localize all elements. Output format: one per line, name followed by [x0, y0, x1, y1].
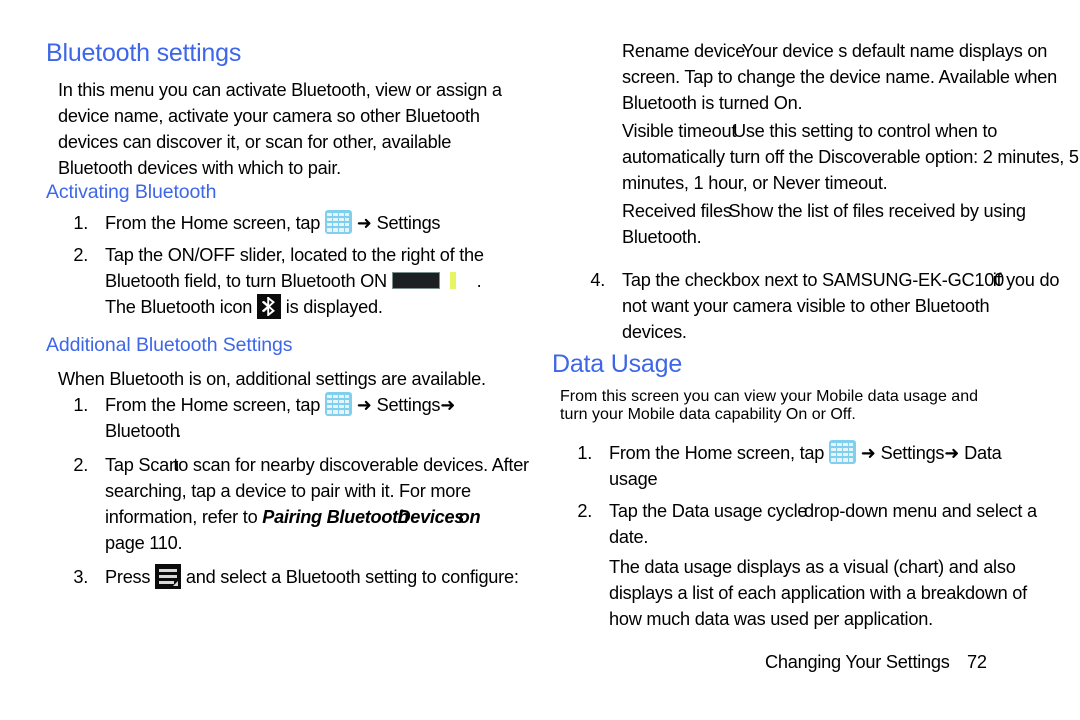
- step-text: Press: [105, 567, 151, 587]
- arrow-right-icon-2: ➜: [944, 443, 960, 463]
- step-item: 1. From the Home screen, tap ➜ Settings: [58, 210, 528, 236]
- data-usage-note-line3: how much data was used per application.: [609, 609, 933, 629]
- additional-bluetooth-steps: 1. From the Home screen, tap ➜ Settings➜ …: [58, 392, 536, 590]
- step-number: 2.: [73, 245, 88, 265]
- step-text-settings: Settings: [880, 443, 945, 463]
- bluetooth-icon: [256, 294, 281, 319]
- step-text-line2-end: .: [476, 271, 482, 291]
- data-usage-note-line1: The data usage displays as a visual (cha…: [609, 557, 1016, 577]
- setting-received-files: Received filesShow the list of files rec…: [622, 198, 1080, 224]
- activating-bluetooth-heading: Activating Bluetooth: [46, 181, 217, 203]
- setting-desc-line1: Use this setting to control when to: [732, 121, 998, 141]
- data-usage-title: Data Usage: [552, 350, 683, 378]
- step-text-line4: page 110.: [105, 533, 183, 553]
- additional-settings-intro: When Bluetooth is on, additional setting…: [58, 369, 486, 389]
- step-item: 4. Tap the checkbox next to SAMSUNG-EK-GC…: [575, 267, 1080, 345]
- step-text-cycle: Tap the Data usage cycle: [609, 501, 808, 521]
- setting-term: Visible timeout: [622, 121, 737, 141]
- setting-term: Received files: [622, 201, 732, 221]
- step-text-line3: information, refer to: [105, 507, 258, 527]
- step-text-line3-end: is displayed.: [285, 297, 383, 317]
- data-usage-steps: 1. From the Home screen, tap ➜ Settings➜ …: [562, 440, 1072, 632]
- activating-bluetooth-steps: 1. From the Home screen, tap ➜ Settings 2…: [58, 210, 528, 320]
- setting-desc-line2: Bluetooth.: [622, 227, 702, 247]
- step-text-line2-period: .: [176, 421, 182, 441]
- list-item: Rename deviceYour device s default name …: [622, 38, 1080, 116]
- step-text-device-name: Tap the checkbox next to SAMSUNG-EK-GC10…: [622, 270, 1004, 290]
- step-text: From the Home screen, tap: [105, 395, 321, 415]
- step-text-line3: devices.: [622, 322, 687, 342]
- setting-desc-line2: automatically turn off the Discoverable …: [622, 147, 1079, 167]
- step-number: 2.: [73, 455, 88, 475]
- step-text-end: and select a Bluetooth setting to config…: [185, 567, 519, 587]
- step-text: From the Home screen, tap: [609, 443, 825, 463]
- cross-reference-title: Pairing Bluetooth: [262, 507, 409, 527]
- data-usage-intro-line2: turn your Mobile data capability On or O…: [560, 406, 856, 423]
- step-number: 4.: [590, 270, 605, 290]
- onoff-slider-accent: [449, 272, 456, 289]
- step-text-line2: Bluetooth field, to turn Bluetooth ON: [105, 271, 387, 291]
- apps-grid-icon[interactable]: [324, 210, 352, 234]
- setting-desc-line1: Show the list of files received by using: [728, 201, 1026, 221]
- onoff-slider-icon[interactable]: [391, 272, 440, 289]
- setting-desc-line3: Bluetooth is turned On.: [622, 93, 803, 113]
- apps-grid-icon[interactable]: [828, 440, 856, 464]
- step-text-line3: The Bluetooth icon: [105, 297, 253, 317]
- step-number: 3.: [73, 567, 88, 587]
- list-item: Visible timeoutUse this setting to contr…: [622, 118, 1080, 196]
- bluetooth-settings-list: Rename deviceYour device s default name …: [622, 38, 1080, 250]
- step-text-line2: searching, tap a device to pair with it.…: [105, 481, 471, 501]
- list-item: Received filesShow the list of files rec…: [622, 198, 1080, 250]
- setting-desc-line1: Your device s default name displays on: [741, 41, 1048, 61]
- step-number: 2.: [577, 501, 592, 521]
- setting-desc-line2: screen. Tap to change the device name. A…: [622, 67, 1058, 87]
- setting-desc-line3: minutes, 1 hour, or Never timeout.: [622, 173, 888, 193]
- footer-chapter-label: Changing Your Settings: [765, 652, 950, 672]
- step-text-line2: usage: [609, 469, 658, 489]
- step-text-cont: if you do: [992, 270, 1060, 290]
- step-text-cycle-cont: drop-down menu and select a: [803, 501, 1037, 521]
- data-usage-intro-line1: From this screen you can view your Mobil…: [560, 388, 978, 405]
- step-item: 1. From the Home screen, tap ➜ Settings➜ …: [58, 392, 536, 444]
- cross-reference-title-2: Devices: [397, 507, 465, 527]
- manual-page: Bluetooth settings In this menu you can …: [0, 0, 1080, 720]
- step-text: From the Home screen, tap: [105, 213, 321, 233]
- setting-visible-timeout: Visible timeoutUse this setting to contr…: [622, 118, 1080, 144]
- step-text-settings: Settings: [376, 395, 441, 415]
- step-text-scan: Tap Scan: [105, 455, 179, 475]
- step-text-line2: not want your camera visible to other Bl…: [622, 296, 990, 316]
- apps-grid-icon[interactable]: [324, 392, 352, 416]
- step-item: 2. Tap the ON/OFF slider, located to the…: [58, 242, 528, 320]
- bluetooth-step4: 4. Tap the checkbox next to SAMSUNG-EK-GC…: [575, 267, 1080, 345]
- arrow-right-icon-2: ➜: [440, 395, 456, 415]
- step-text-line1: Tap the ON/OFF slider, located to the ri…: [105, 245, 484, 265]
- bluetooth-settings-intro: In this menu you can activate Bluetooth,…: [58, 80, 502, 178]
- step-number: 1.: [73, 213, 88, 233]
- arrow-right-icon: ➜: [860, 443, 876, 463]
- setting-term: Rename device: [622, 41, 746, 61]
- arrow-right-icon: ➜: [356, 395, 372, 415]
- data-usage-intro: From this screen you can view your Mobil…: [560, 388, 1060, 424]
- step-number: 1.: [73, 395, 88, 415]
- step-number: 1.: [577, 443, 592, 463]
- step-text-line2: date.: [609, 527, 649, 547]
- step-text-line2: Bluetooth: [105, 421, 180, 441]
- menu-icon[interactable]: [155, 564, 182, 589]
- data-usage-note-line2: displays a list of each application with…: [609, 583, 1027, 603]
- step-item: 3. Press and select a Bluetooth setting t…: [58, 564, 536, 590]
- step-item: 2. Tap the Data usage cycledrop-down menu…: [562, 498, 1072, 550]
- arrow-right-icon: ➜: [356, 213, 372, 233]
- data-usage-note: The data usage displays as a visual (cha…: [562, 554, 1072, 632]
- step-item: 2. Tap Scanto scan for nearby discoverabl…: [58, 452, 536, 556]
- step-text-settings: Settings: [376, 213, 441, 233]
- additional-bluetooth-settings-heading: Additional Bluetooth Settings: [46, 334, 293, 356]
- setting-rename-device: Rename deviceYour device s default name …: [622, 38, 1080, 64]
- step-text-data: Data: [964, 443, 1002, 463]
- step-text-scan-cont: to scan for nearby discoverable devices.…: [173, 455, 529, 475]
- cross-reference-on: on: [458, 507, 481, 527]
- step-item: 1. From the Home screen, tap ➜ Settings➜ …: [562, 440, 1072, 492]
- page-title: Bluetooth settings: [46, 39, 242, 67]
- footer-page-number: 72: [967, 652, 987, 672]
